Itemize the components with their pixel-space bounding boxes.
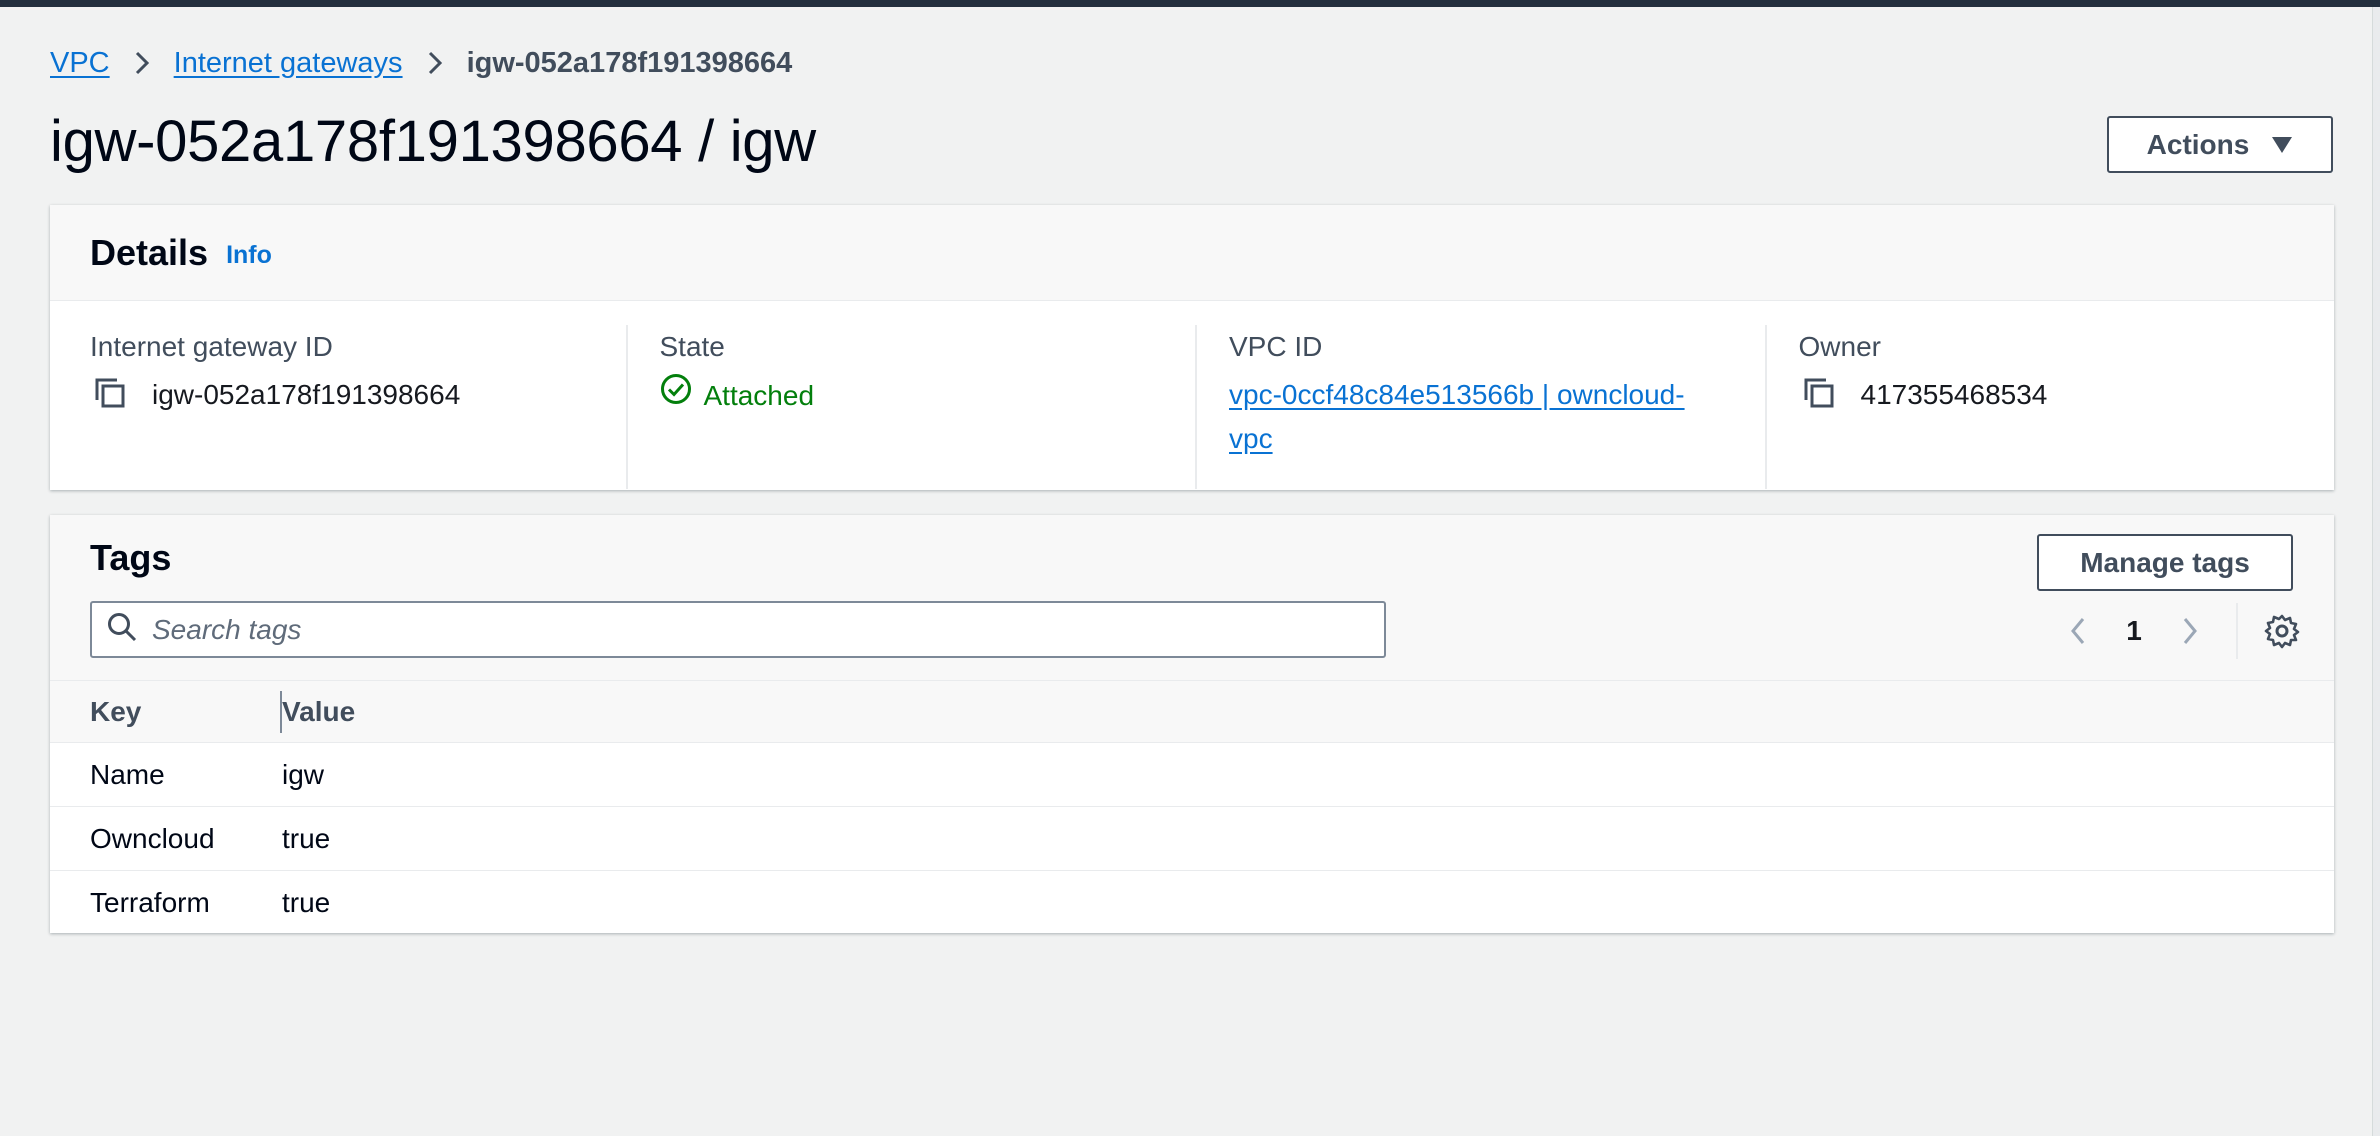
table-row: Terraform true xyxy=(50,871,2334,935)
owner-value: 417355468534 xyxy=(1860,379,2048,410)
pagination: 1 xyxy=(2050,603,2308,659)
settings-gear-icon[interactable] xyxy=(2256,613,2308,649)
owner-column: Owner 417355468534 xyxy=(1764,325,2335,489)
search-tags-input[interactable] xyxy=(152,613,1352,646)
vpc-id-column: VPC ID vpc-0ccf48c84e513566b | owncloud-… xyxy=(1195,325,1765,489)
table-row: Owncloud true xyxy=(50,806,2334,871)
status-success-icon xyxy=(660,373,692,418)
info-link[interactable]: Info xyxy=(226,241,272,270)
page-number[interactable]: 1 xyxy=(2106,615,2162,647)
tags-table-header-row: Key Value xyxy=(50,680,2334,743)
copy-icon[interactable] xyxy=(90,373,130,413)
search-tags-field[interactable] xyxy=(90,601,1386,658)
manage-tags-button[interactable]: Manage tags xyxy=(2037,534,2293,591)
breadcrumb: VPC Internet gateways igw-052a178f191398… xyxy=(50,44,792,82)
right-panel-edge xyxy=(2372,7,2380,1136)
column-header-key[interactable]: Key xyxy=(50,680,282,743)
details-columns: Internet gateway ID igw-052a178f19139866… xyxy=(50,301,2334,489)
top-navigation-bar xyxy=(0,0,2380,7)
tag-value: true xyxy=(282,806,2334,871)
tags-heading: Tags xyxy=(90,537,172,578)
breadcrumb-vpc-link[interactable]: VPC xyxy=(50,47,110,80)
breadcrumb-current: igw-052a178f191398664 xyxy=(466,46,793,79)
state-value: Attached xyxy=(703,379,815,411)
chevron-right-icon xyxy=(110,50,174,76)
owner-value-row: 417355468534 xyxy=(1799,373,2335,417)
details-header: Details Info xyxy=(50,205,2334,301)
tag-value: true xyxy=(282,886,331,918)
column-header-value[interactable]: Value xyxy=(282,680,2334,743)
breadcrumb-internet-gateways-link[interactable]: Internet gateways xyxy=(174,47,403,80)
tag-key: Owncloud xyxy=(50,806,282,871)
vpc-id-link[interactable]: vpc-0ccf48c84e513566b | owncloud-vpc xyxy=(1229,373,1709,461)
chevron-right-icon xyxy=(403,50,467,76)
table-row: Name igw xyxy=(50,742,2334,807)
pagination-divider xyxy=(2236,603,2238,659)
tags-panel: Tags Manage tags 1 xyxy=(50,515,2334,933)
status-badge: Attached xyxy=(660,373,815,418)
tags-header: Tags Manage tags 1 xyxy=(50,515,2334,680)
page-title: igw-052a178f191398664 / igw xyxy=(50,109,816,174)
actions-button-label: Actions xyxy=(2146,128,2250,160)
gateway-id-label: Internet gateway ID xyxy=(90,331,333,362)
caret-down-icon xyxy=(2271,129,2293,161)
search-icon xyxy=(106,611,138,648)
tag-key: Terraform xyxy=(90,886,210,918)
state-value-row: Attached xyxy=(660,373,1196,418)
gateway-id-value: igw-052a178f191398664 xyxy=(152,379,461,410)
angle-left-icon[interactable] xyxy=(2050,616,2106,646)
angle-right-icon[interactable] xyxy=(2162,616,2218,646)
details-panel: Details Info Internet gateway ID igw-052… xyxy=(50,205,2334,490)
vpc-id-label: VPC ID xyxy=(1229,331,1323,362)
tags-table: Key Value Name igw Owncloud true Terrafo… xyxy=(50,680,2334,935)
state-label: State xyxy=(659,331,725,362)
details-heading: Details xyxy=(90,231,209,273)
copy-icon[interactable] xyxy=(1799,373,1839,413)
tag-key: Name xyxy=(50,742,282,807)
gateway-id-value-row: igw-052a178f191398664 xyxy=(90,373,626,417)
state-column: State Attached xyxy=(625,325,1196,489)
owner-label: Owner xyxy=(1798,331,1881,362)
tag-value: igw xyxy=(282,742,2334,807)
actions-button[interactable]: Actions xyxy=(2107,116,2333,173)
vpc-id-value-row: vpc-0ccf48c84e513566b | owncloud-vpc xyxy=(1229,373,1765,461)
gateway-id-column: Internet gateway ID igw-052a178f19139866… xyxy=(50,325,626,489)
